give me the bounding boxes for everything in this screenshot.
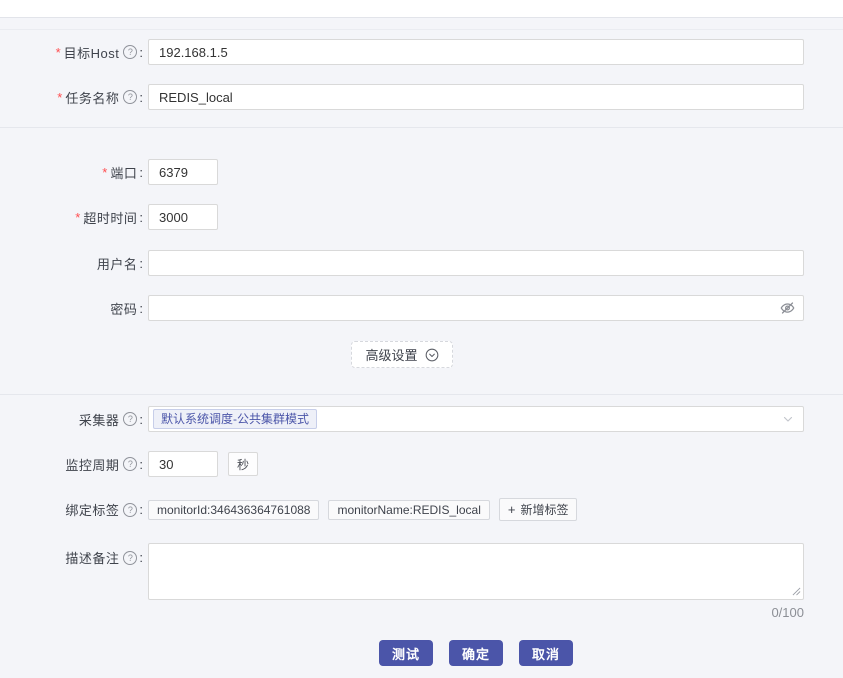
form-row-port: * 端口 : (0, 159, 804, 185)
required-mark: * (55, 44, 61, 60)
top-strip (0, 0, 843, 17)
description-textarea[interactable] (148, 543, 804, 600)
interval-label: 监控周期 ? : (65, 456, 143, 473)
form-row-timeout: * 超时时间 : (0, 204, 804, 230)
add-tag-button[interactable]: + 新增标签 (498, 498, 578, 521)
collector-label: 采集器 ? : (78, 411, 143, 428)
host-input[interactable] (148, 39, 804, 65)
tags-label: 绑定标签 ? : (65, 502, 143, 518)
username-label: 用户名 : (96, 255, 143, 272)
monitor-form-panel: * 目标Host ? : * 任务名称 ? : * (0, 17, 843, 678)
description-label: 描述备注 ? : (65, 550, 143, 566)
cancel-button[interactable]: 取消 (519, 640, 574, 666)
collector-selected-tag: 默认系统调度-公共集群模式 (153, 409, 317, 429)
form-row-collector: 采集器 ? : 默认系统调度-公共集群模式 (0, 406, 804, 432)
port-label: * 端口 : (102, 164, 143, 181)
password-visibility-toggle[interactable] (780, 301, 795, 316)
form-row-username: 用户名 : (0, 250, 804, 276)
task-name-input[interactable] (148, 84, 804, 110)
required-mark: * (75, 209, 81, 225)
port-input[interactable] (148, 159, 218, 185)
panel-header-band (0, 18, 843, 30)
form-row-host: * 目标Host ? : (0, 39, 804, 65)
help-icon[interactable]: ? (123, 457, 138, 471)
tag-monitor-name: monitorName:REDIS_local (328, 499, 490, 520)
form-row-advanced: 高级设置 (0, 341, 804, 368)
interval-input[interactable] (148, 451, 218, 477)
section-params: * 端口 : * 超时时间 : 用户名 : (0, 128, 843, 395)
eye-invisible-icon (780, 301, 795, 316)
collector-select[interactable]: 默认系统调度-公共集群模式 (148, 406, 804, 432)
timeout-input[interactable] (148, 204, 218, 230)
required-mark: * (102, 164, 108, 180)
tag-monitor-id: monitorId:346436364761088 (148, 499, 320, 520)
host-label: * 目标Host ? : (55, 44, 143, 61)
timeout-label: * 超时时间 : (75, 209, 143, 226)
interval-unit-addon: 秒 (228, 452, 259, 476)
section-options: 采集器 ? : 默认系统调度-公共集群模式 监控周期 ? : 30 秒 绑定标签… (0, 395, 843, 666)
resize-grip-icon[interactable] (792, 587, 801, 596)
chevron-down-icon (782, 413, 794, 425)
help-icon[interactable]: ? (123, 45, 138, 59)
char-counter: 0/100 (771, 605, 804, 620)
form-row-task-name: * 任务名称 ? : (0, 84, 804, 110)
form-row-interval: 监控周期 ? : 秒 (0, 451, 804, 477)
task-name-label: * 任务名称 ? : (57, 89, 143, 106)
action-button-row: 测试 确定 取消 (148, 640, 804, 666)
test-button[interactable]: 测试 (378, 640, 433, 666)
password-label: 密码 : (110, 300, 143, 317)
help-icon[interactable]: ? (123, 550, 138, 565)
help-icon[interactable]: ? (123, 502, 138, 517)
password-input[interactable] (148, 295, 804, 321)
plus-icon: + (507, 502, 516, 517)
help-icon[interactable]: ? (123, 90, 138, 104)
form-row-password: 密码 : (0, 295, 804, 321)
form-row-tags: 绑定标签 ? : monitorId:346436364761088 monit… (0, 498, 804, 521)
form-row-description: 描述备注 ? : (0, 543, 804, 600)
username-input[interactable] (148, 250, 804, 276)
advanced-settings-button[interactable]: 高级设置 (351, 341, 453, 368)
chevron-down-circle-icon (425, 348, 439, 362)
required-mark: * (57, 89, 63, 105)
confirm-button[interactable]: 确定 (448, 640, 503, 666)
section-basic: * 目标Host ? : * 任务名称 ? : (0, 30, 843, 128)
help-icon[interactable]: ? (123, 412, 138, 426)
